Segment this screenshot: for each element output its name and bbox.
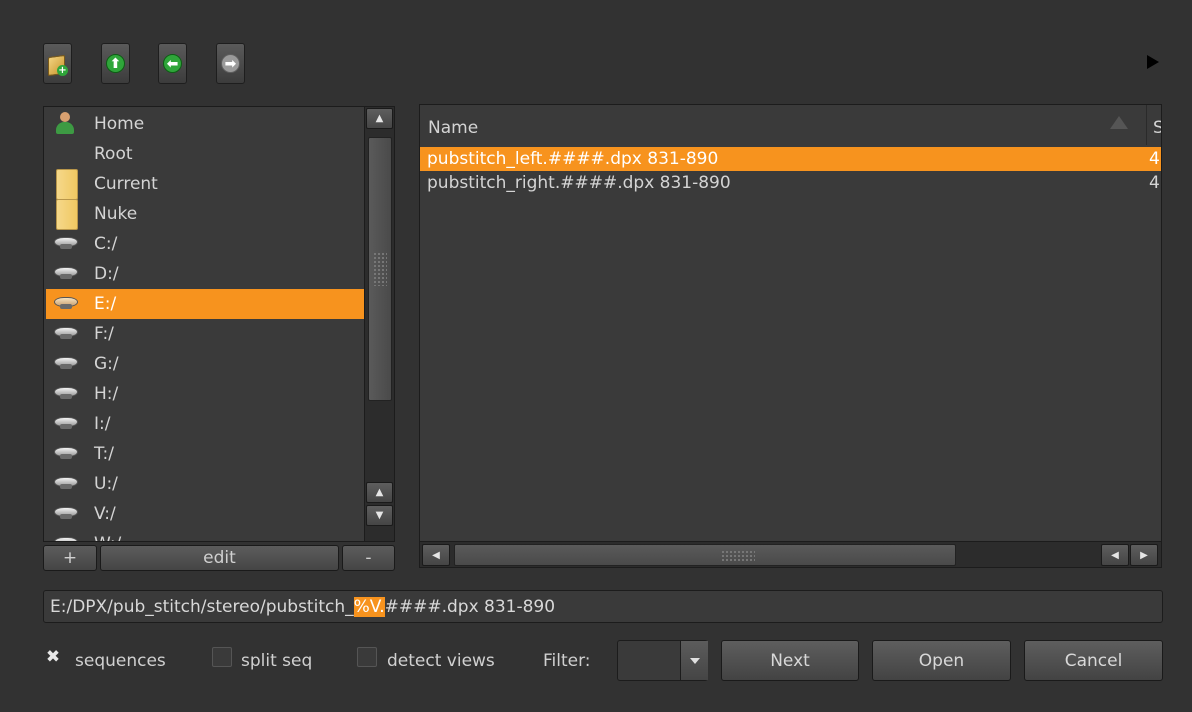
- new-folder-button[interactable]: +: [43, 43, 72, 84]
- scroll-up-button-lower[interactable]: ▲: [366, 482, 393, 503]
- file-row[interactable]: pubstitch_left.####.dpx 831-890 4: [420, 147, 1161, 171]
- favorite-label: C:/: [94, 234, 118, 254]
- favorite-label: W:/: [94, 534, 121, 541]
- favorite-item-w[interactable]: W:/: [46, 529, 364, 541]
- favorite-label: U:/: [94, 474, 118, 494]
- favorite-item-v[interactable]: V:/: [46, 499, 364, 529]
- home-icon: [46, 109, 94, 139]
- scroll-left-button-right[interactable]: ◀: [1101, 544, 1129, 566]
- file-name: pubstitch_right.####.dpx 831-890: [427, 173, 731, 193]
- drive-icon: [46, 499, 94, 529]
- favorite-label: E:/: [94, 294, 117, 314]
- detect-views-label: detect views: [387, 651, 495, 671]
- favorite-label: G:/: [94, 354, 119, 374]
- forward-arrow-icon: ➡: [221, 54, 240, 73]
- favorite-label: D:/: [94, 264, 119, 284]
- drive-icon: [46, 259, 94, 289]
- open-button[interactable]: Open: [872, 640, 1011, 681]
- file-size: 4: [1149, 149, 1160, 169]
- column-header: Name S: [420, 105, 1161, 146]
- drive-icon: [46, 229, 94, 259]
- favorite-item-root[interactable]: Root: [46, 139, 364, 169]
- favorite-item-e[interactable]: E:/: [46, 289, 364, 319]
- favorite-label: V:/: [94, 504, 116, 524]
- split-seq-label: split seq: [241, 651, 313, 671]
- new-folder-icon: +: [48, 53, 68, 76]
- drive-icon: [46, 349, 94, 379]
- favorite-item-nuke[interactable]: Nuke: [46, 199, 364, 230]
- column-size-header[interactable]: S: [1153, 118, 1161, 138]
- favorites-list[interactable]: Home Root Current Nuke C:/ D:/ E:/ F:/ G…: [43, 106, 365, 542]
- scroll-down-button[interactable]: ▼: [366, 505, 393, 526]
- sequences-checkbox[interactable]: ✖: [43, 647, 63, 667]
- favorite-label: Home: [94, 114, 145, 134]
- file-size: 4: [1149, 173, 1160, 193]
- filter-select[interactable]: [617, 640, 708, 681]
- back-button[interactable]: ⬅: [158, 43, 187, 84]
- scroll-left-button[interactable]: ◀: [422, 544, 450, 566]
- favorite-label: T:/: [94, 444, 114, 464]
- path-view-token: %V.: [353, 596, 385, 617]
- detect-views-checkbox[interactable]: [357, 647, 377, 667]
- path-input[interactable]: E:/DPX/pub_stitch/stereo/pubstitch_ %V. ##…: [43, 590, 1163, 623]
- scroll-right-button[interactable]: ▶: [1130, 544, 1158, 566]
- favorite-item-t[interactable]: T:/: [46, 439, 364, 469]
- favorite-label: I:/: [94, 414, 111, 434]
- scroll-thumb[interactable]: [368, 137, 392, 401]
- sequences-label: sequences: [75, 651, 166, 671]
- drive-icon: [46, 529, 94, 541]
- up-directory-button[interactable]: ⬆: [101, 43, 130, 84]
- grip-icon: [373, 252, 387, 286]
- favorite-item-f[interactable]: F:/: [46, 319, 364, 349]
- hscroll-thumb[interactable]: [454, 544, 956, 566]
- up-arrow-icon: ⬆: [106, 54, 125, 73]
- favorite-label: H:/: [94, 384, 119, 404]
- drive-icon: [46, 379, 94, 409]
- favorite-item-u[interactable]: U:/: [46, 469, 364, 499]
- favorite-item-d[interactable]: D:/: [46, 259, 364, 289]
- drive-icon: [46, 289, 94, 319]
- filter-label: Filter:: [543, 651, 591, 671]
- path-prefix: E:/DPX/pub_stitch/stereo/pubstitch_: [50, 596, 354, 617]
- cancel-button[interactable]: Cancel: [1024, 640, 1163, 681]
- folder-icon: [46, 169, 94, 200]
- favorite-item-current[interactable]: Current: [46, 169, 364, 200]
- split-seq-checkbox[interactable]: [212, 647, 232, 667]
- favorite-label: Root: [94, 144, 133, 164]
- column-name-header[interactable]: Name: [428, 118, 478, 138]
- next-button[interactable]: Next: [721, 640, 859, 681]
- favorite-label: Current: [94, 174, 158, 194]
- favorite-label: Nuke: [94, 204, 138, 224]
- chevron-down-icon[interactable]: [680, 641, 708, 680]
- forward-button[interactable]: ➡: [216, 43, 245, 84]
- file-list[interactable]: Name S pubstitch_left.####.dpx 831-890 4…: [419, 104, 1162, 568]
- grip-icon: [721, 550, 755, 562]
- drive-icon: [46, 319, 94, 349]
- edit-favorites-button[interactable]: edit: [100, 545, 339, 571]
- drive-icon: [46, 409, 94, 439]
- triangle-right-icon[interactable]: [1147, 55, 1159, 69]
- file-row[interactable]: pubstitch_right.####.dpx 831-890 4: [420, 171, 1161, 195]
- scroll-up-button[interactable]: ▲: [366, 108, 393, 129]
- favorite-label: F:/: [94, 324, 114, 344]
- add-favorite-button[interactable]: +: [43, 545, 97, 571]
- file-name: pubstitch_left.####.dpx 831-890: [427, 149, 719, 169]
- folder-icon: [46, 199, 94, 230]
- file-list-hscrollbar[interactable]: ◀ ◀ ▶: [420, 541, 1161, 567]
- path-suffix: ####.dpx 831-890: [384, 596, 556, 617]
- drive-icon: [46, 469, 94, 499]
- favorite-item-home[interactable]: Home: [46, 109, 364, 139]
- favorite-item-g[interactable]: G:/: [46, 349, 364, 379]
- sort-indicator-icon: [1110, 116, 1128, 129]
- favorites-scrollbar[interactable]: ▲ ▲ ▼: [364, 106, 395, 542]
- favorite-item-c[interactable]: C:/: [46, 229, 364, 259]
- back-arrow-icon: ⬅: [163, 54, 182, 73]
- favorite-item-h[interactable]: H:/: [46, 379, 364, 409]
- drive-icon: [46, 439, 94, 469]
- remove-favorite-button[interactable]: -: [342, 545, 395, 571]
- favorite-item-i[interactable]: I:/: [46, 409, 364, 439]
